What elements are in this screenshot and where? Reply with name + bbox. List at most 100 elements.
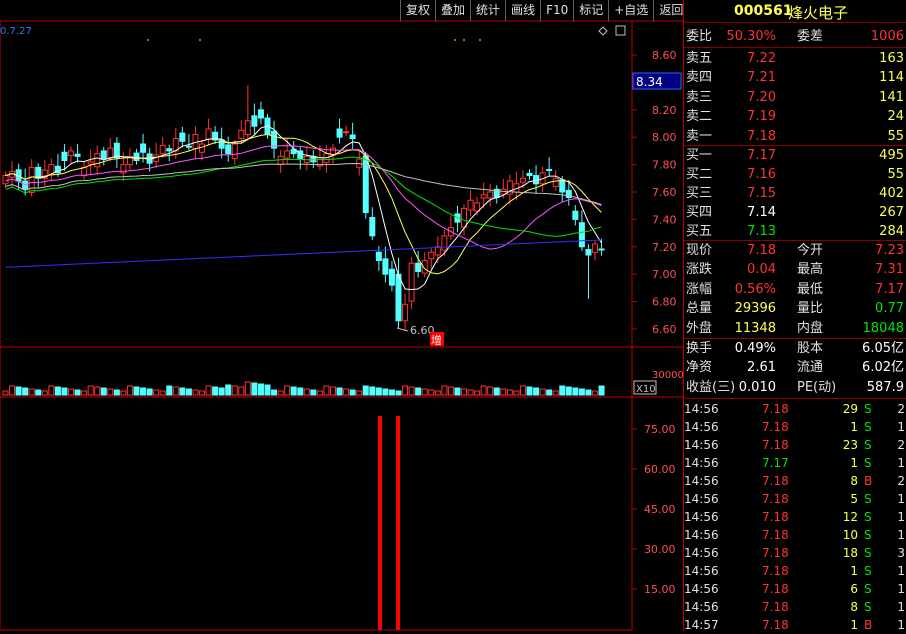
candle-body bbox=[218, 139, 225, 149]
tick-volume: 1 bbox=[850, 420, 858, 434]
tick-side: S bbox=[864, 582, 872, 596]
volume-bar bbox=[185, 388, 192, 396]
tick-side: S bbox=[864, 546, 872, 560]
tick-count: 1 bbox=[897, 420, 905, 434]
indicator-axis-label: 15.00 bbox=[644, 583, 676, 596]
toolbar-button[interactable]: 标记 bbox=[573, 0, 608, 21]
tick-row[interactable]: 14:56 7.18 1 S 1 bbox=[684, 562, 906, 580]
current-price-tag: 8.34 bbox=[636, 75, 663, 89]
candle-body bbox=[107, 147, 114, 158]
volume-bar bbox=[68, 388, 74, 396]
tick-row[interactable]: 14:56 7.17 1 S 1 bbox=[684, 454, 906, 472]
quote-label-2: 内盘 bbox=[797, 320, 824, 336]
tick-price: 7.18 bbox=[762, 600, 789, 614]
quote-value: 0.04 bbox=[747, 262, 776, 278]
chart-frame bbox=[0, 20, 633, 631]
candle-body bbox=[179, 132, 186, 142]
quote-value: 29396 bbox=[734, 301, 776, 317]
toolbar-button[interactable]: 统计 bbox=[470, 0, 505, 21]
indicator-axis-label: 60.00 bbox=[644, 463, 676, 476]
zeng-label: 增 bbox=[431, 333, 442, 347]
tick-row[interactable]: 14:56 7.18 5 S 1 bbox=[684, 490, 906, 508]
volume-bar bbox=[500, 388, 507, 396]
stat-row: 收益(三) 0.010 PE(动) 587.9 bbox=[684, 378, 906, 397]
tick-time: 14:56 bbox=[684, 456, 719, 470]
volume-bar bbox=[598, 385, 605, 396]
toolbar-button[interactable]: 画线 bbox=[505, 0, 540, 21]
volume-bar bbox=[519, 385, 526, 396]
volume-bar bbox=[166, 385, 173, 396]
indicator-bar bbox=[396, 416, 400, 630]
kline-chart[interactable]: 8.608.408.208.007.807.607.407.207.006.80… bbox=[0, 0, 684, 631]
tick-volume: 23 bbox=[842, 438, 858, 452]
tick-row[interactable]: 14:56 7.18 8 S 1 bbox=[684, 598, 906, 616]
tick-price: 7.18 bbox=[762, 510, 789, 524]
expand-icon bbox=[615, 25, 626, 36]
tick-row[interactable]: 14:56 7.18 29 S 2 bbox=[684, 400, 906, 418]
volume-bar bbox=[559, 385, 566, 396]
tick-time: 14:57 bbox=[684, 618, 719, 632]
bid-row: 买四 7.14 267 bbox=[684, 203, 906, 222]
ask-volume: 141 bbox=[879, 89, 904, 105]
quote-value: 0.56% bbox=[734, 281, 776, 297]
volume-bar bbox=[290, 386, 297, 396]
volume-bar bbox=[41, 390, 48, 396]
toolbar-button[interactable]: 叠加 bbox=[435, 0, 470, 21]
quote-value-2: 7.31 bbox=[875, 262, 904, 278]
volume-bar bbox=[402, 385, 409, 396]
stock-code: 000561 bbox=[734, 3, 793, 19]
volume-bar bbox=[100, 387, 107, 396]
tick-row[interactable]: 14:57 7.18 1 B 1 bbox=[684, 616, 906, 634]
tick-row[interactable]: 14:56 7.18 1 S 1 bbox=[684, 418, 906, 436]
bid-price: 7.13 bbox=[747, 224, 776, 239]
candle-body bbox=[428, 251, 435, 260]
volume-bar bbox=[513, 390, 520, 396]
kline-svg[interactable]: 8.608.408.208.007.807.607.407.207.006.80… bbox=[0, 0, 684, 631]
candle-body bbox=[585, 249, 592, 256]
volume-bar bbox=[565, 386, 572, 396]
indicator-bar bbox=[378, 416, 382, 630]
tick-side: S bbox=[864, 528, 872, 542]
quote-row: 总量 29396 量比 0.77 bbox=[684, 299, 906, 318]
tick-count: 2 bbox=[897, 474, 905, 488]
tick-row[interactable]: 14:56 7.18 6 S 1 bbox=[684, 580, 906, 598]
volume-bar bbox=[336, 387, 343, 396]
tick-row[interactable]: 14:56 7.18 18 S 3 bbox=[684, 544, 906, 562]
candle-body bbox=[578, 222, 585, 248]
tick-row[interactable]: 14:56 7.18 10 S 1 bbox=[684, 526, 906, 544]
bid-label: 买五 bbox=[686, 224, 713, 239]
ask-label: 卖三 bbox=[686, 89, 713, 105]
quote-label-2: 最低 bbox=[797, 281, 824, 297]
volume-bar bbox=[61, 387, 68, 396]
volume-bar bbox=[107, 388, 114, 396]
candle-body bbox=[205, 128, 212, 140]
bid-row: 买五 7.13 284 bbox=[684, 222, 906, 241]
tick-row[interactable]: 14:56 7.18 23 S 2 bbox=[684, 436, 906, 454]
tick-count: 1 bbox=[897, 600, 905, 614]
quote-row: 涨幅 0.56% 最低 7.17 bbox=[684, 280, 906, 299]
tick-price: 7.18 bbox=[762, 438, 789, 452]
ask-row: 卖五 7.22 163 bbox=[684, 49, 906, 68]
candle-body bbox=[277, 155, 284, 166]
toolbar-button[interactable]: +自选 bbox=[608, 0, 653, 21]
ma30-line bbox=[5, 156, 602, 237]
weicha-label: 委差 bbox=[797, 29, 824, 44]
ask-price: 7.21 bbox=[747, 70, 776, 86]
ask-row: 卖二 7.19 24 bbox=[684, 107, 906, 126]
toolbar-button[interactable]: 复权 bbox=[400, 0, 435, 21]
tick-row[interactable]: 14:56 7.18 8 B 2 bbox=[684, 472, 906, 490]
tick-row[interactable]: 14:56 7.18 12 S 1 bbox=[684, 508, 906, 526]
tick-time: 14:56 bbox=[684, 510, 719, 524]
candle-body bbox=[559, 179, 566, 193]
tick-volume: 6 bbox=[850, 582, 858, 596]
candle-body bbox=[546, 169, 553, 172]
volume-bar bbox=[140, 387, 147, 396]
candle-body bbox=[87, 161, 94, 165]
volume-bar bbox=[22, 387, 29, 396]
bid-row: 买一 7.17 495 bbox=[684, 146, 906, 165]
candle-body bbox=[68, 150, 74, 157]
toolbar-button[interactable]: F10 bbox=[540, 0, 573, 21]
stat-label: 收益(三) bbox=[686, 379, 736, 395]
tick-volume: 12 bbox=[842, 510, 858, 524]
volume-bar bbox=[179, 387, 186, 396]
